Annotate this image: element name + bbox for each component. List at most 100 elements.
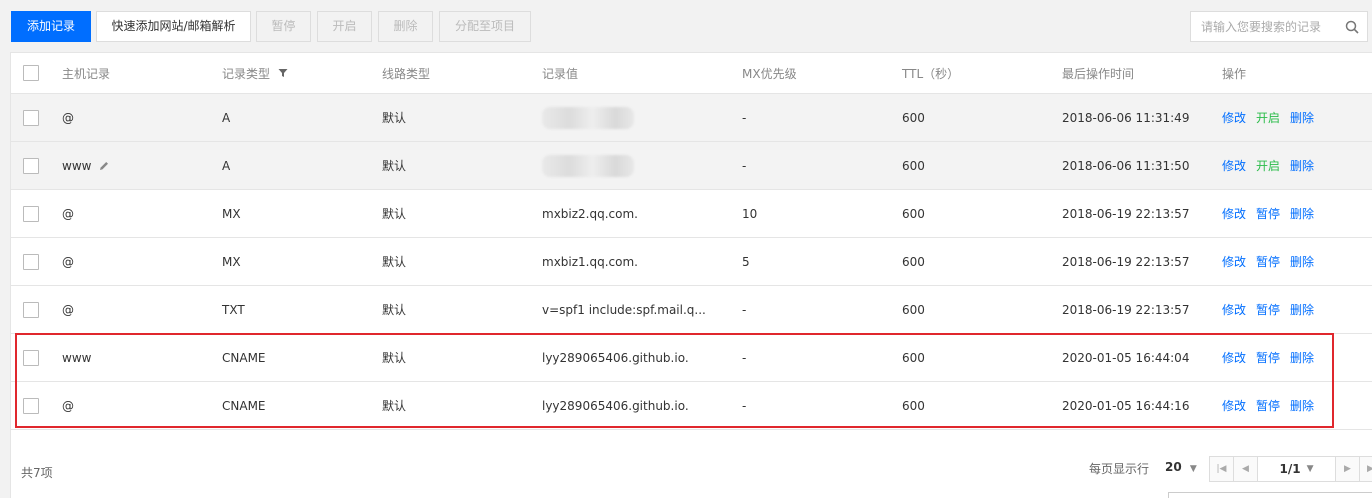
prev-page-icon[interactable]: ◀ [1234,457,1258,481]
cell-host: @ [62,238,74,285]
edit-link[interactable]: 修改 [1222,349,1246,366]
redacted-value [542,154,634,177]
cell-host-text: www [62,350,92,365]
cell-mx: 5 [742,238,750,285]
table-row[interactable]: @ A 默认 - 600 2018-06-06 11:31:49 修改 开启 删除 [11,94,1372,142]
cell-ops: 修改 暂停 删除 [1222,190,1324,237]
cell-mx: - [742,382,746,429]
toggle-link[interactable]: 开启 [1256,109,1280,126]
cell-value [542,94,634,141]
assign-project-button[interactable]: 分配至项目 [439,11,531,42]
header-host: 主机记录 [62,66,111,81]
cell-host-text: @ [62,398,74,413]
delete-button[interactable]: 删除 [378,11,433,42]
chevron-down-icon: ▼ [1189,464,1197,474]
delete-link[interactable]: 删除 [1290,397,1314,414]
redacted-value [542,106,634,129]
cell-type-text: MX [222,206,241,221]
row-checkbox[interactable] [23,109,39,126]
table-row[interactable]: @ CNAME 默认 lyy289065406.github.io. - 600 2020-… [11,382,1372,430]
table-row[interactable]: @ MX 默认 mxbiz2.qq.com. 10 600 2018-06-19 22:13… [11,190,1372,238]
row-checkbox[interactable] [23,349,39,366]
toggle-link[interactable]: 暂停 [1256,253,1280,270]
cell-mx-text: 10 [742,206,758,221]
cell-host-text: @ [62,254,74,269]
cell-time: 2018-06-06 11:31:50 [1062,142,1189,189]
cell-ttl-text: 600 [902,158,925,173]
delete-link[interactable]: 删除 [1290,301,1314,318]
row-checkbox[interactable] [23,397,39,414]
toggle-link[interactable]: 暂停 [1256,205,1280,222]
cell-host: @ [62,286,74,333]
filter-icon[interactable] [278,68,288,78]
page-select[interactable]: 1/1 ▼ [1258,457,1336,481]
row-checkbox[interactable] [23,253,39,270]
quick-add-button[interactable]: 快速添加网站/邮箱解析 [96,11,251,42]
cell-mx: - [742,142,746,189]
enable-button[interactable]: 开启 [317,11,372,42]
edit-link[interactable]: 修改 [1222,397,1246,414]
cell-host-text: @ [62,206,74,221]
header-ops: 操作 [1222,66,1247,81]
cell-value-text: v=spf1 include:spf.mail.q... [542,302,706,317]
cell-type-text: CNAME [222,398,266,413]
cell-host-text: www [62,158,92,173]
cell-mx-text: - [742,158,747,173]
edit-link[interactable]: 修改 [1222,109,1246,126]
table-header: 主机记录 记录类型 线路类型 记录值 MX优先级 TTL（秒） 最后操作时间 操… [11,53,1372,94]
header-value: 记录值 [542,66,579,81]
cell-line: 默认 [382,238,406,285]
row-checkbox[interactable] [23,301,39,318]
edit-link[interactable]: 修改 [1222,157,1246,174]
header-mx: MX优先级 [742,66,797,81]
toggle-link[interactable]: 开启 [1256,157,1280,174]
cell-mx-text: - [742,350,747,365]
cell-time: 2018-06-06 11:31:49 [1062,94,1189,141]
search-input[interactable] [1201,12,1346,41]
pager: |◀ ◀ 1/1 ▼ ▶ ▶| [1209,456,1372,482]
table-row[interactable]: @ MX 默认 mxbiz1.qq.com. 5 600 2018-06-19 22:13:… [11,238,1372,286]
cell-type-text: CNAME [222,350,266,365]
delete-link[interactable]: 删除 [1290,253,1314,270]
delete-link[interactable]: 删除 [1290,109,1314,126]
toggle-link[interactable]: 暂停 [1256,349,1280,366]
add-record-button[interactable]: 添加记录 [11,11,91,42]
next-page-icon[interactable]: ▶ [1336,457,1360,481]
cell-mx-text: 5 [742,254,750,269]
edit-link[interactable]: 修改 [1222,253,1246,270]
toggle-link[interactable]: 暂停 [1256,301,1280,318]
edit-link[interactable]: 修改 [1222,205,1246,222]
cell-line-text: 默认 [382,159,407,173]
table-row[interactable]: www CNAME 默认 lyy289065406.github.io. - 600 202… [11,334,1372,382]
cell-type-text: MX [222,254,241,269]
delete-link[interactable]: 删除 [1290,157,1314,174]
last-page-icon[interactable]: ▶| [1360,457,1372,481]
cell-value: mxbiz1.qq.com. [542,238,638,285]
cell-ops: 修改 开启 删除 [1222,94,1324,141]
select-all-checkbox[interactable] [23,65,39,81]
row-checkbox[interactable] [23,205,39,222]
delete-link[interactable]: 删除 [1290,205,1314,222]
header-time: 最后操作时间 [1062,66,1135,81]
cell-ttl-text: 600 [902,254,925,269]
pause-button[interactable]: 暂停 [256,11,311,42]
cell-ttl: 600 [902,286,925,333]
cell-ops: 修改 暂停 删除 [1222,286,1324,333]
cell-time-text: 2020-01-05 16:44:04 [1062,350,1190,365]
toggle-link[interactable]: 暂停 [1256,397,1280,414]
header-type[interactable]: 记录类型 [222,53,288,93]
search-box [1190,11,1368,42]
edit-link[interactable]: 修改 [1222,301,1246,318]
edit-pencil-icon[interactable] [98,160,110,172]
row-checkbox[interactable] [23,157,39,174]
header-ttl: TTL（秒） [902,66,960,81]
search-icon[interactable] [1345,20,1359,34]
per-page-select[interactable]: 20 ▼ [1165,460,1197,474]
cell-line: 默认 [382,94,406,141]
cell-value-text: lyy289065406.github.io. [542,350,689,365]
cell-type: A [222,142,230,189]
table-row[interactable]: @ TXT 默认 v=spf1 include:spf.mail.q... - 600 20… [11,286,1372,334]
first-page-icon[interactable]: |◀ [1210,457,1234,481]
delete-link[interactable]: 删除 [1290,349,1314,366]
table-row[interactable]: www A 默认 - 600 2018-06-06 11:31:50 修改 开启 删除 [11,142,1372,190]
